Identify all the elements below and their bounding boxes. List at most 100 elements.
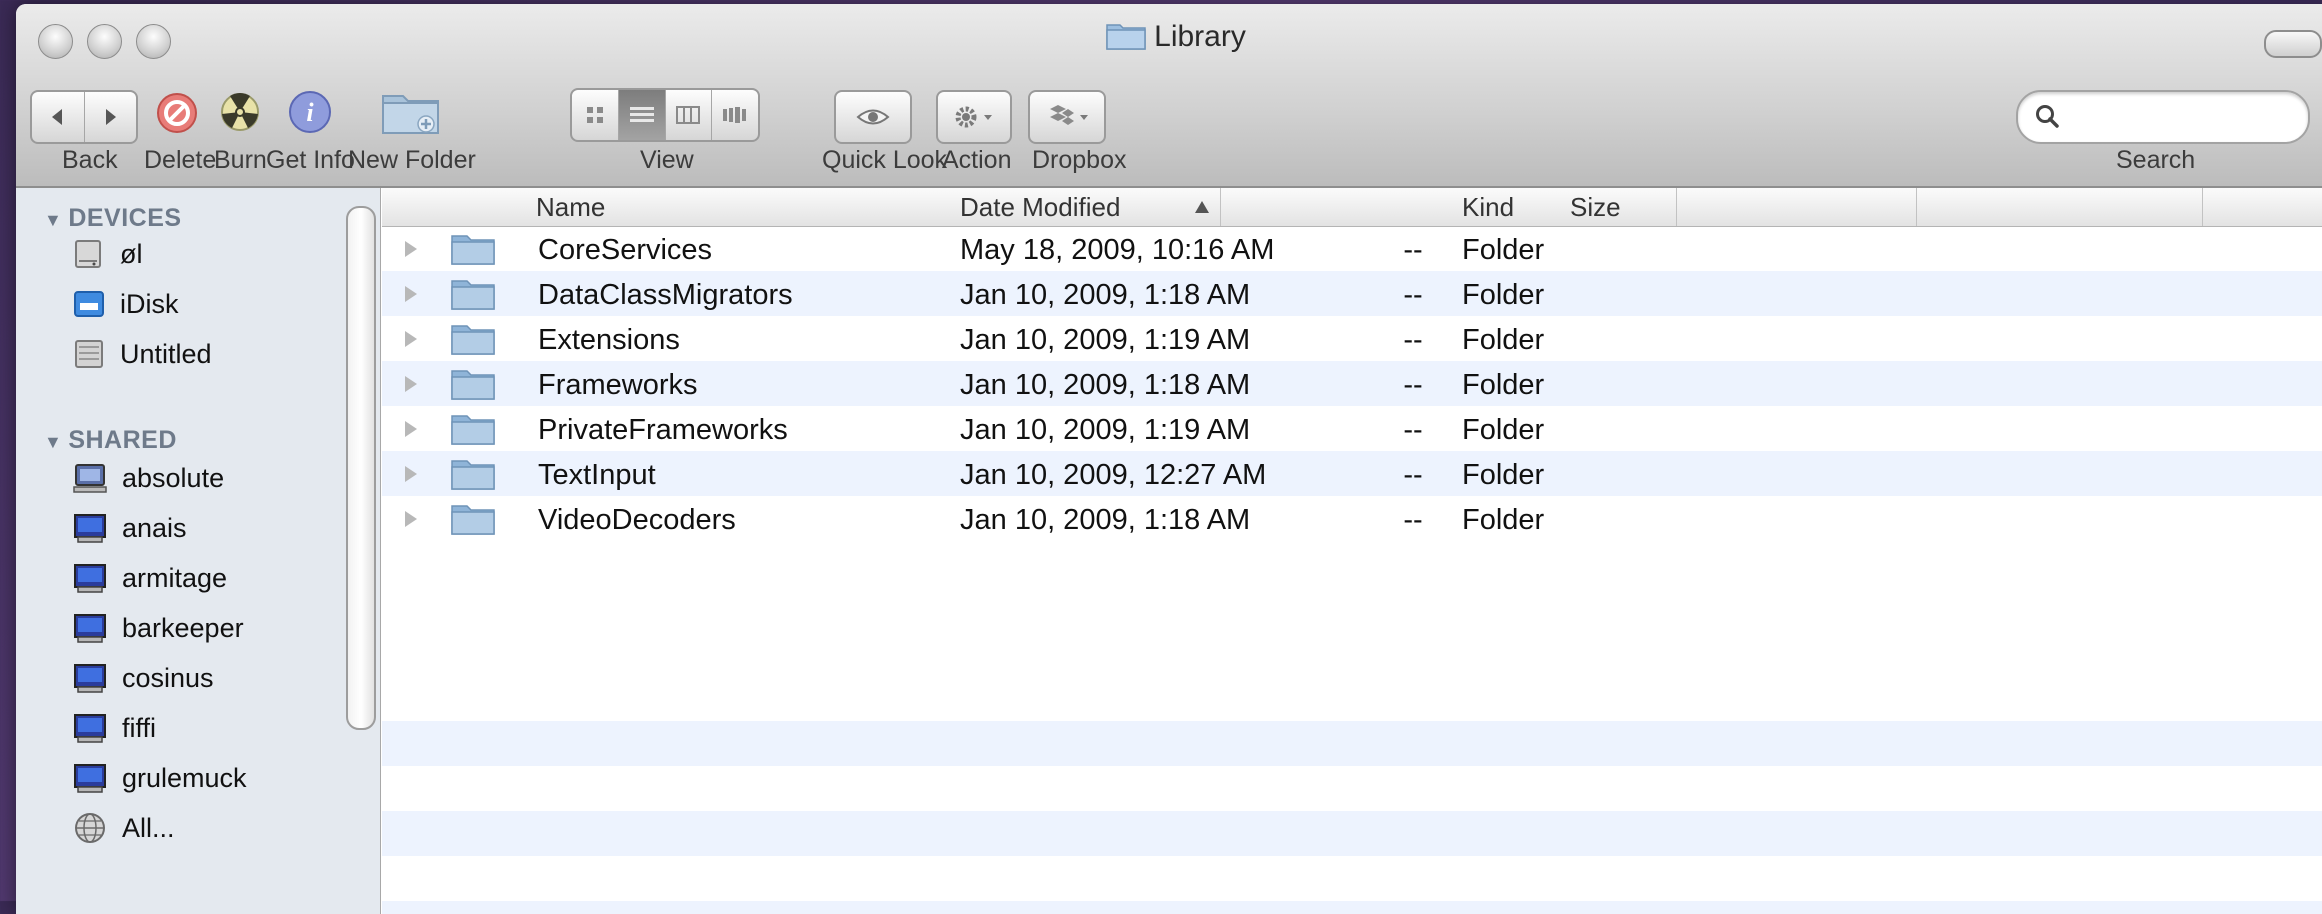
empty-row	[382, 811, 2322, 856]
empty-row	[382, 721, 2322, 766]
get-info-button[interactable]: i	[286, 88, 334, 141]
search-field[interactable]	[2016, 90, 2310, 144]
quick-look-inner	[836, 92, 910, 142]
folder-icon	[450, 412, 496, 454]
sidebar-item-grulemuck[interactable]: grulemuck	[72, 758, 247, 798]
sidebar-item-label: barkeeper	[122, 612, 244, 643]
sidebar-item-label: absolute	[122, 462, 225, 493]
sidebar-item-all[interactable]: All...	[72, 808, 175, 848]
disclosure-triangle-icon[interactable]	[402, 460, 420, 493]
column-divider[interactable]	[1916, 188, 1917, 226]
sidebar-scrollbar[interactable]	[346, 206, 376, 730]
column-divider[interactable]	[1220, 188, 1221, 226]
new-folder-button[interactable]	[380, 88, 442, 141]
quick-look-button[interactable]	[834, 90, 912, 144]
sidebar-item-label: iDisk	[120, 288, 179, 319]
dropbox-label: Dropbox	[1032, 146, 1127, 174]
file-size: --	[1403, 234, 1423, 266]
delete-button[interactable]	[154, 90, 200, 141]
column-divider[interactable]	[1676, 188, 1677, 226]
new-folder-label: New Folder	[348, 146, 476, 174]
back-button[interactable]	[32, 92, 85, 142]
shared-header[interactable]: ▼ SHARED	[44, 426, 177, 455]
sidebar-item-label: Untitled	[120, 338, 212, 369]
disclosure-down-icon: ▼	[44, 210, 63, 230]
date-modified: Jan 10, 2009, 12:27 AM	[960, 459, 1267, 491]
sidebar-item-label: armitage	[122, 562, 228, 593]
file-size: --	[1403, 459, 1423, 491]
column-header-kind[interactable]: Kind	[1462, 192, 1514, 226]
search-icon	[2036, 105, 2059, 128]
folder-icon	[450, 367, 496, 409]
sidebar-item-anais[interactable]: anais	[72, 508, 187, 548]
sidebar-item-ol[interactable]: øl	[72, 234, 143, 274]
cover-flow-button[interactable]	[712, 90, 758, 140]
file-kind: Folder	[1462, 459, 1545, 491]
table-row[interactable]: DataClassMigrators Jan 10, 2009, 1:18 AM -…	[382, 271, 2322, 316]
svg-text:i: i	[306, 98, 314, 127]
sidebar-item-absolute[interactable]: absolute	[72, 458, 224, 498]
toolbar-toggle-button[interactable]	[2264, 30, 2322, 58]
list-view-button[interactable]	[618, 90, 666, 140]
file-name: PrivateFrameworks	[538, 414, 788, 446]
table-row[interactable]: VideoDecoders Jan 10, 2009, 1:18 AM -- Fold…	[382, 496, 2322, 541]
sidebar-item-barkeeper[interactable]: barkeeper	[72, 608, 244, 648]
column-header-date[interactable]: Date Modified	[960, 192, 1120, 226]
forward-button[interactable]	[85, 92, 137, 142]
disclosure-triangle-icon[interactable]	[402, 280, 420, 313]
dropbox-button[interactable]	[1028, 90, 1106, 144]
disclosure-triangle-icon[interactable]	[402, 235, 420, 268]
file-kind: Folder	[1462, 324, 1545, 356]
disclosure-down-icon: ▼	[44, 432, 63, 452]
view-control	[570, 88, 760, 142]
sidebar-item-armitage[interactable]: armitage	[72, 558, 227, 598]
devices-header-label: DEVICES	[68, 204, 182, 232]
date-modified: May 18, 2009, 10:16 AM	[960, 234, 1275, 266]
burn-button[interactable]	[218, 90, 262, 139]
file-size: --	[1403, 369, 1423, 401]
file-name: DataClassMigrators	[538, 279, 793, 311]
disclosure-triangle-icon[interactable]	[402, 415, 420, 448]
table-row[interactable]: PrivateFrameworks Jan 10, 2009, 1:19 AM --…	[382, 406, 2322, 451]
column-header-size[interactable]: Size	[1570, 192, 1621, 226]
action-inner	[938, 92, 1010, 142]
date-modified: Jan 10, 2009, 1:18 AM	[960, 369, 1251, 401]
search-input[interactable]	[2074, 100, 2298, 134]
date-modified: Jan 10, 2009, 1:18 AM	[960, 279, 1251, 311]
burn-label: Burn	[214, 146, 267, 174]
sidebar-item-cosinus[interactable]: cosinus	[72, 658, 214, 698]
table-row[interactable]: Extensions Jan 10, 2009, 1:19 AM -- Folder	[382, 316, 2322, 361]
sidebar-item-label: anais	[122, 512, 187, 543]
action-button[interactable]	[936, 90, 1012, 144]
sidebar-item-label: All...	[122, 812, 175, 843]
shared-header-label: SHARED	[68, 426, 177, 454]
devices-header[interactable]: ▼ DEVICES	[44, 204, 182, 233]
column-view-button[interactable]	[666, 90, 713, 140]
sort-ascending-icon	[1195, 201, 1209, 213]
column-divider[interactable]	[2202, 188, 2203, 226]
sidebar-item-idisk[interactable]: iDisk	[72, 284, 179, 324]
window-title-text: Library	[1154, 20, 1246, 53]
sidebar-item-fiffi[interactable]: fiffi	[72, 708, 156, 748]
disclosure-triangle-icon[interactable]	[402, 325, 420, 358]
disclosure-triangle-icon[interactable]	[402, 370, 420, 403]
quick-look-label: Quick Look	[822, 146, 948, 174]
folder-icon	[1106, 20, 1146, 50]
column-header-name[interactable]: Name	[536, 192, 605, 226]
back-forward-control	[30, 90, 138, 144]
table-row[interactable]: TextInput Jan 10, 2009, 12:27 AM -- Folder	[382, 451, 2322, 496]
file-size: --	[1403, 504, 1423, 536]
list-view-icon	[629, 107, 654, 122]
cover-flow-icon	[723, 107, 747, 123]
table-row[interactable]: CoreServices May 18, 2009, 10:16 AM -- Fold…	[382, 226, 2322, 271]
date-modified: Jan 10, 2009, 1:19 AM	[960, 414, 1251, 446]
sidebar-item-untitled[interactable]: Untitled	[72, 334, 212, 374]
hard-drive-icon	[75, 240, 101, 268]
search-label: Search	[2116, 146, 2196, 174]
folder-icon	[450, 502, 496, 544]
disclosure-triangle-icon[interactable]	[402, 505, 420, 538]
icon-view-button[interactable]	[572, 90, 619, 140]
table-row[interactable]: Frameworks Jan 10, 2009, 1:18 AM -- Folder	[382, 361, 2322, 406]
file-list: Name Date Modified Size Kind CoreService…	[382, 188, 2322, 914]
icon-view-icon	[586, 107, 603, 123]
